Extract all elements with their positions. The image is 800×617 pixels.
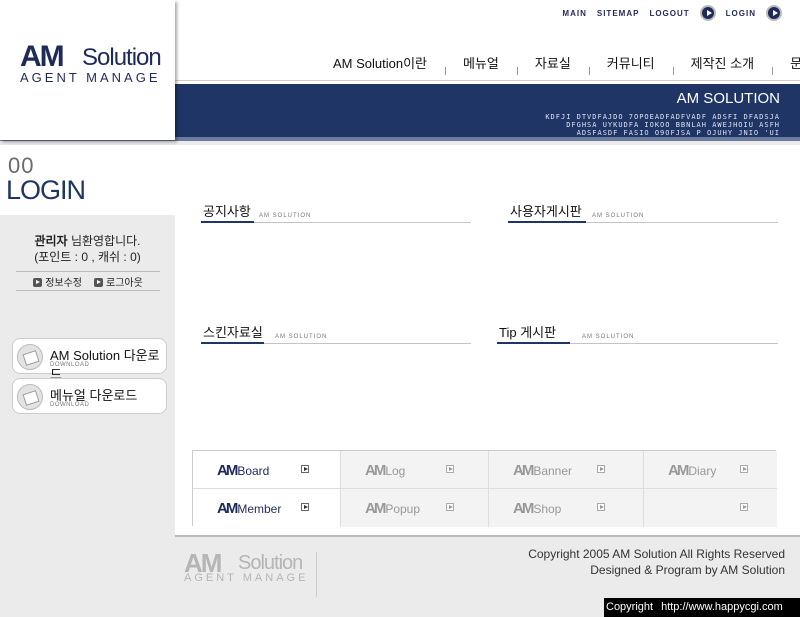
board-underline (497, 342, 570, 344)
product-name (668, 500, 669, 517)
board-tips[interactable]: Tip 게시판 AM SOLUTION (497, 325, 778, 344)
download-icon (17, 384, 43, 410)
logo-solution: Solution (82, 44, 162, 71)
logo[interactable]: AM Solution AGENT MANAGE (0, 0, 175, 140)
arrow-icon[interactable] (446, 465, 454, 473)
footer-divider (316, 552, 317, 597)
welcome-message: 관리자 님환영합니다. (0, 232, 175, 249)
product-member[interactable]: AMMember (193, 489, 341, 527)
board-title: 공지사항 (203, 204, 251, 219)
product-banner[interactable]: AMBanner (489, 451, 644, 489)
logout-arrow-icon[interactable] (699, 5, 716, 21)
designed-by-text: Designed & Program by AM Solution (590, 563, 785, 577)
product-shop[interactable]: AMShop (489, 489, 644, 527)
banner-title: AM SOLUTION (676, 90, 780, 107)
login-link[interactable]: LOGIN (726, 9, 756, 18)
main-link[interactable]: MAIN (562, 9, 586, 18)
board-title: Tip 게시판 (499, 325, 557, 340)
banner-line: ADSFASDF FASIO O9OFJSA P OJUHY JNIO 'UI (576, 129, 780, 137)
product-name: AMBanner (513, 462, 573, 479)
main-nav: AM Solution이란 메뉴얼 자료실 커뮤니티 제작진 소개 문의하기 (315, 53, 800, 75)
arrow-icon[interactable] (301, 503, 309, 511)
user-role: 관리자 (34, 234, 68, 248)
points-status: (포인트 : 0 , 캐쉬 : 0) (34, 250, 141, 264)
nav-divider (175, 80, 800, 81)
logout-link[interactable]: LOGOUT (649, 9, 689, 18)
board-title: 스킨자료실 (203, 325, 263, 340)
product-name: AMMember (217, 500, 282, 517)
download-manual-button[interactable]: 메뉴얼 다운로드 DOWNLOAD (12, 378, 167, 414)
board-underline (508, 221, 586, 223)
login-arrow-icon[interactable] (766, 5, 782, 21)
arrow-icon (94, 277, 103, 287)
download-subtitle: DOWNLOAD (50, 362, 90, 368)
product-name: AMBoard (217, 462, 270, 479)
banner-line: DFGHSA UYKUDFA IOKOO BBNLAH AWEJHOIU ASF… (566, 121, 780, 129)
top-links: MAIN SITEMAP LOGOUT LOGIN (562, 5, 782, 21)
download-solution-button[interactable]: AM Solution 다운로드 DOWNLOAD (12, 338, 167, 382)
footer-copyright: Copyright 2005 AM Solution All Rights Re… (528, 546, 785, 578)
arrow-icon[interactable] (446, 503, 454, 511)
product-diary[interactable]: AMDiary (644, 451, 777, 489)
nav-item-about[interactable]: AM Solution이란 (315, 53, 445, 72)
sitemap-link[interactable]: SITEMAP (597, 9, 640, 18)
product-name: AMLog (365, 462, 406, 479)
download-subtitle: DOWNLOAD (50, 402, 90, 408)
board-user[interactable]: 사용자게시판 AM SOLUTION (508, 204, 778, 223)
board-skins[interactable]: 스킨자료실 AM SOLUTION (201, 325, 471, 344)
nav-item-manual[interactable]: 메뉴얼 (445, 53, 517, 75)
board-subtitle: AM SOLUTION (582, 334, 635, 340)
banner-line: KDFJI DTVDFAJDO 7OPOEADFADFVADF ADSFI DF… (545, 113, 780, 121)
board-subtitle: AM SOLUTION (275, 334, 328, 340)
user-panel: 관리자 님환영합니다. (포인트 : 0 , 캐쉬 : 0) 정보수정 로그아웃 (0, 215, 175, 291)
corner-url[interactable]: http://www.happycgi.com (661, 601, 783, 613)
arrow-icon[interactable] (301, 465, 309, 473)
product-log[interactable]: AMLog (341, 451, 489, 489)
corner-credit[interactable]: Copyright http://www.happycgi.com (604, 598, 800, 617)
logo-am: AM (20, 40, 65, 73)
arrow-icon[interactable] (597, 503, 605, 511)
product-board[interactable]: AMBoard (193, 451, 341, 489)
left-sidebar: 00 LOGIN 관리자 님환영합니다. (포인트 : 0 , 캐쉬 : 0) … (0, 145, 175, 617)
login-title: LOGIN (6, 175, 86, 205)
copyright-text: Copyright 2005 AM Solution All Rights Re… (528, 547, 785, 561)
arrow-icon (33, 277, 43, 287)
banner-text: KDFJI DTVDFAJDO 7OPOEADFADFVADF ADSFI DF… (545, 113, 780, 137)
board-subtitle: AM SOLUTION (259, 213, 312, 219)
download-icon (17, 344, 43, 370)
nav-item-team[interactable]: 제작진 소개 (672, 53, 772, 75)
login-header: 00 LOGIN (0, 145, 175, 215)
corner-label: Copyright (606, 601, 654, 613)
board-notice[interactable]: 공지사항 AM SOLUTION (201, 204, 471, 223)
nav-item-contact[interactable]: 문의하기 (772, 53, 800, 75)
product-grid: AMBoard AMLog AMBanner AMDiary AMMember … (192, 450, 777, 527)
product-name: AMDiary (668, 462, 717, 479)
nav-item-archive[interactable]: 자료실 (516, 53, 589, 75)
arrow-icon[interactable] (740, 503, 748, 511)
board-underline (201, 221, 254, 223)
greeting-text: 님환영합니다. (70, 234, 141, 248)
board-underline (201, 342, 264, 344)
board-title: 사용자게시판 (510, 204, 582, 219)
product-name: AMPopup (365, 500, 421, 517)
logout-button[interactable]: 로그아웃 (94, 274, 143, 289)
board-subtitle: AM SOLUTION (592, 213, 645, 219)
product-name: AMShop (513, 500, 562, 517)
arrow-icon[interactable] (740, 465, 748, 473)
footer-logo-tagline: AGENT MANAGE (184, 572, 309, 584)
logout-label: 로그아웃 (106, 277, 143, 289)
logo-tagline: AGENT MANAGE (20, 70, 161, 85)
edit-info-label: 정보수정 (45, 277, 82, 289)
product-empty[interactable] (644, 489, 777, 527)
arrow-icon[interactable] (597, 465, 605, 473)
product-popup[interactable]: AMPopup (341, 489, 489, 527)
nav-item-community[interactable]: 커뮤니티 (588, 53, 673, 75)
main-content: 공지사항 AM SOLUTION 사용자게시판 AM SOLUTION 스킨자료… (175, 145, 800, 535)
edit-info-link[interactable]: 정보수정 (33, 274, 82, 289)
user-actions: 정보수정 로그아웃 (16, 271, 160, 291)
content-divider (175, 535, 800, 537)
